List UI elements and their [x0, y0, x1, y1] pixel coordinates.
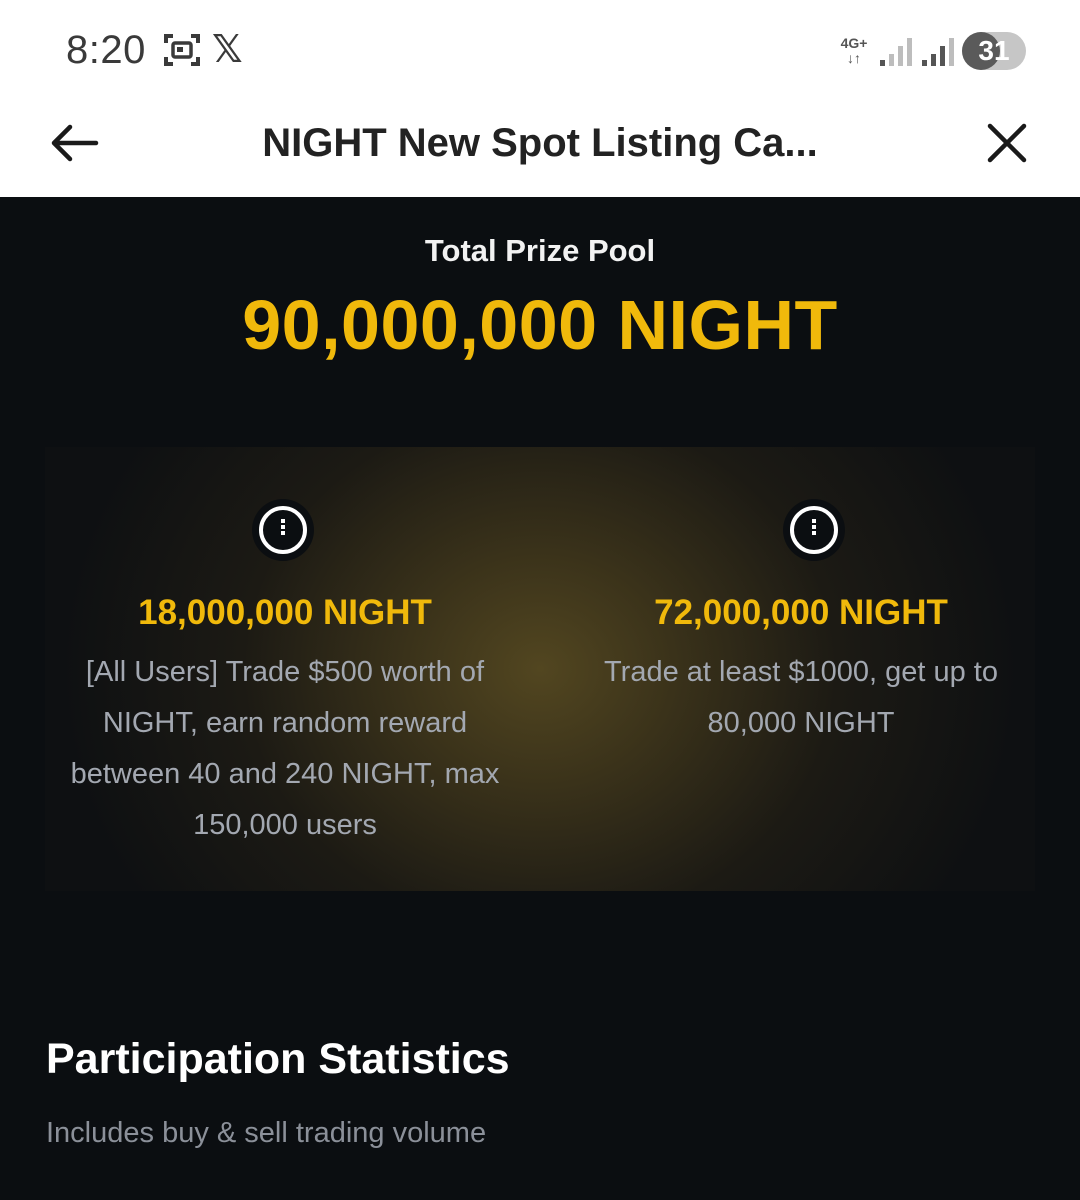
back-button[interactable]	[44, 118, 104, 168]
info-icon[interactable]	[250, 497, 316, 563]
reward-description: Trade at least $1000, get up to 80,000 N…	[604, 656, 998, 739]
reward-amount: 72,000,000 NIGHT	[654, 593, 948, 632]
info-icon[interactable]	[781, 497, 847, 563]
reward-description: [All Users] Trade $500 worth of NIGHT, e…	[70, 656, 500, 841]
rewards-panel: 18,000,000 NIGHT [All Users] Trade $500 …	[45, 447, 1035, 891]
battery-percentage: 31	[978, 35, 1010, 66]
reward-card-trade-volume: 72,000,000 NIGHT Trade at least $1000, g…	[561, 447, 1041, 891]
signal-icon	[920, 36, 956, 66]
network-type: 4G+	[840, 35, 868, 51]
page-title: NIGHT New Spot Listing Ca...	[262, 121, 818, 165]
screenshot-icon	[163, 33, 201, 67]
close-button[interactable]	[982, 118, 1032, 168]
signal-icon	[878, 36, 914, 66]
campaign-content: Total Prize Pool 90,000,000 NIGHT 18,000…	[0, 197, 1080, 1200]
x-logo-icon: 𝕏	[212, 29, 243, 71]
battery-icon: 31	[962, 32, 1026, 70]
back-arrow-icon	[51, 124, 99, 162]
network-arrows: ↓↑	[847, 50, 861, 66]
reward-card-all-users: 18,000,000 NIGHT [All Users] Trade $500 …	[45, 447, 525, 891]
app-bar: NIGHT New Spot Listing Ca...	[0, 100, 1080, 197]
network-indicator: 4G+ ↓↑	[836, 36, 872, 66]
close-icon	[987, 123, 1027, 163]
reward-amount: 18,000,000 NIGHT	[138, 593, 432, 632]
status-time: 8:20	[66, 28, 146, 72]
status-bar: 8:20 𝕏 4G+ ↓↑ 31	[0, 0, 1080, 100]
prize-pool-label: Total Prize Pool	[424, 233, 656, 268]
prize-pool-amount: 90,000,000 NIGHT	[242, 286, 838, 364]
participation-statistics-title: Participation Statistics	[46, 1035, 510, 1083]
participation-statistics-subtitle: Includes buy & sell trading volume	[46, 1117, 487, 1149]
